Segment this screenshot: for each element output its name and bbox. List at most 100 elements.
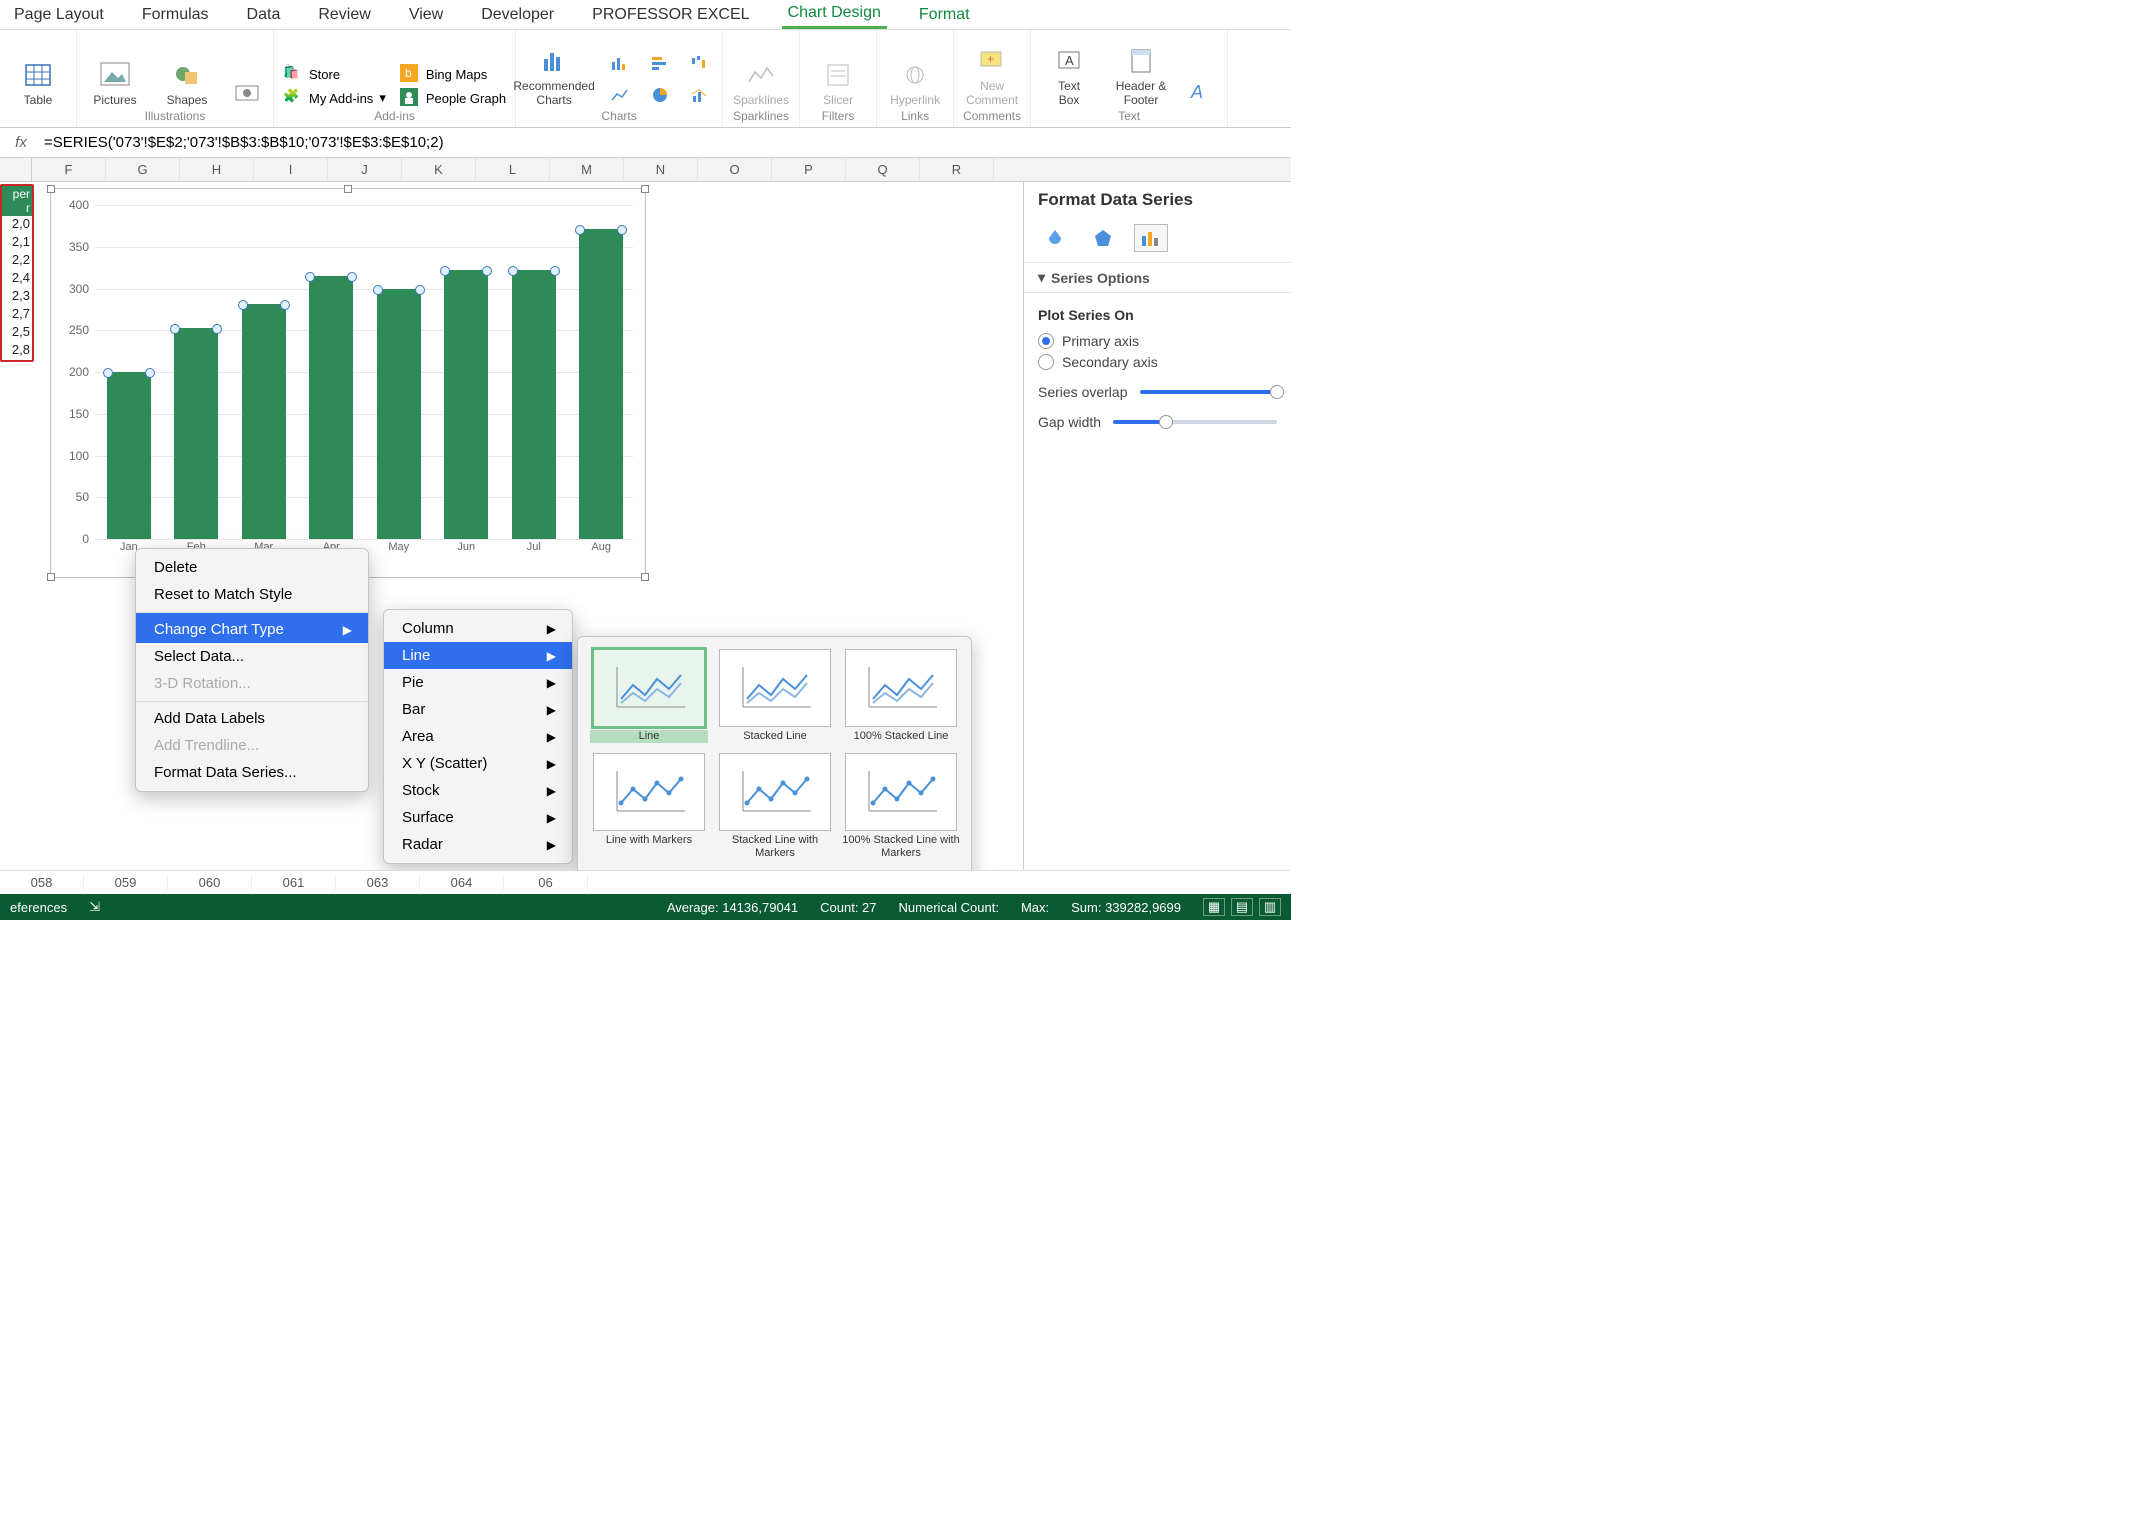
series-overlap-slider[interactable]: Series overlap bbox=[1038, 384, 1277, 400]
submenu-item-x-y-scatter-[interactable]: X Y (Scatter)▶ bbox=[384, 750, 572, 777]
bing-maps-button[interactable]: bBing Maps bbox=[397, 63, 509, 85]
cell[interactable]: 2,5 bbox=[2, 324, 32, 342]
col-header[interactable]: K bbox=[402, 158, 476, 181]
sheet-tab[interactable]: 06 bbox=[504, 875, 588, 890]
submenu-item-surface[interactable]: Surface▶ bbox=[384, 804, 572, 831]
chart-bar[interactable] bbox=[579, 229, 623, 539]
col-header[interactable]: O bbox=[698, 158, 772, 181]
col-header[interactable]: G bbox=[106, 158, 180, 181]
menu-item-reset-to-match-style[interactable]: Reset to Match Style bbox=[136, 581, 368, 608]
pictures-button[interactable]: Pictures bbox=[83, 57, 147, 109]
tab-page-layout[interactable]: Page Layout bbox=[8, 2, 110, 28]
cell[interactable]: 2,8 bbox=[2, 342, 32, 360]
line-chart-icon[interactable] bbox=[604, 81, 636, 109]
pane-tab-series-options[interactable] bbox=[1134, 224, 1168, 252]
text-box-button[interactable]: AText Box bbox=[1037, 43, 1101, 109]
new-comment-button[interactable]: +New Comment bbox=[960, 43, 1024, 109]
view-switcher[interactable]: ▦ ▤ ▥ bbox=[1203, 898, 1281, 916]
cell[interactable]: 2,7 bbox=[2, 306, 32, 324]
gallery-item-stacked-line[interactable]: Stacked Line bbox=[716, 649, 834, 743]
sheet-tab[interactable]: 063 bbox=[336, 875, 420, 890]
tab-format[interactable]: Format bbox=[913, 2, 976, 28]
pane-section-header[interactable]: ▾Series Options bbox=[1024, 262, 1291, 292]
submenu-item-line[interactable]: Line▶ bbox=[384, 642, 572, 669]
cell[interactable]: 2,2 bbox=[2, 252, 32, 270]
gap-width-slider[interactable]: Gap width bbox=[1038, 414, 1277, 430]
submenu-item-area[interactable]: Area▶ bbox=[384, 723, 572, 750]
chart-bar[interactable] bbox=[512, 270, 556, 539]
gallery-item-stacked-line-with-markers[interactable]: Stacked Line with Markers bbox=[716, 753, 834, 860]
header-footer-button[interactable]: Header & Footer bbox=[1109, 43, 1173, 109]
sheet-tab[interactable]: 059 bbox=[84, 875, 168, 890]
chart-bar[interactable] bbox=[174, 328, 218, 539]
hbar-chart-icon[interactable] bbox=[644, 49, 676, 77]
cell[interactable]: 2,3 bbox=[2, 288, 32, 306]
menu-item-add-data-labels[interactable]: Add Data Labels bbox=[136, 701, 368, 732]
sheet-tab[interactable]: 060 bbox=[168, 875, 252, 890]
pane-tab-fill[interactable] bbox=[1038, 224, 1072, 252]
pane-tab-effects[interactable] bbox=[1086, 224, 1120, 252]
selected-cells[interactable]: per r 2,0 2,1 2,2 2,4 2,3 2,7 2,5 2,8 bbox=[0, 184, 34, 362]
sheet-tab[interactable]: 058 bbox=[0, 875, 84, 890]
my-addins-button[interactable]: 🧩My Add-ins▾ bbox=[280, 87, 389, 109]
menu-item-change-chart-type[interactable]: Change Chart Type▶ bbox=[136, 612, 368, 643]
tab-review[interactable]: Review bbox=[312, 2, 376, 28]
normal-view-icon[interactable]: ▦ bbox=[1203, 898, 1225, 916]
col-header[interactable]: F bbox=[32, 158, 106, 181]
col-header[interactable]: P bbox=[772, 158, 846, 181]
cell[interactable]: 2,1 bbox=[2, 234, 32, 252]
chart-bar[interactable] bbox=[309, 276, 353, 539]
submenu-item-column[interactable]: Column▶ bbox=[384, 615, 572, 642]
col-header[interactable]: N bbox=[624, 158, 698, 181]
submenu-item-radar[interactable]: Radar▶ bbox=[384, 831, 572, 858]
wordart-button[interactable]: A bbox=[1181, 73, 1221, 109]
table-button[interactable]: Table bbox=[6, 57, 70, 109]
gallery-item-line-with-markers[interactable]: Line with Markers bbox=[590, 753, 708, 860]
slicer-button[interactable]: Slicer bbox=[806, 57, 870, 109]
waterfall-icon[interactable] bbox=[684, 49, 716, 77]
cell[interactable]: 2,4 bbox=[2, 270, 32, 288]
tab-professor-excel[interactable]: PROFESSOR EXCEL bbox=[586, 2, 755, 28]
col-header[interactable]: H bbox=[180, 158, 254, 181]
menu-item-delete[interactable]: Delete bbox=[136, 554, 368, 581]
fx-label[interactable]: fx bbox=[6, 134, 36, 151]
col-header[interactable]: I bbox=[254, 158, 328, 181]
tab-view[interactable]: View bbox=[403, 2, 449, 28]
submenu-item-bar[interactable]: Bar▶ bbox=[384, 696, 572, 723]
combo-chart-icon[interactable] bbox=[684, 81, 716, 109]
sheet-tab[interactable]: 061 bbox=[252, 875, 336, 890]
recommended-charts-button[interactable]: Recommended Charts bbox=[522, 43, 586, 109]
gallery-item-line[interactable]: Line bbox=[590, 649, 708, 743]
submenu-item-stock[interactable]: Stock▶ bbox=[384, 777, 572, 804]
embedded-chart[interactable]: 050100150200250300350400 JanFebMarAprMay… bbox=[50, 188, 646, 578]
submenu-item-pie[interactable]: Pie▶ bbox=[384, 669, 572, 696]
tab-chart-design[interactable]: Chart Design bbox=[782, 0, 887, 29]
chart-bar[interactable] bbox=[444, 270, 488, 539]
col-header[interactable]: L bbox=[476, 158, 550, 181]
primary-axis-radio[interactable]: Primary axis bbox=[1038, 333, 1277, 349]
chart-bar[interactable] bbox=[107, 372, 151, 539]
col-header[interactable]: R bbox=[920, 158, 994, 181]
menu-item-format-data-series-[interactable]: Format Data Series... bbox=[136, 759, 368, 786]
cell[interactable]: 2,0 bbox=[2, 216, 32, 234]
screenshot-button[interactable] bbox=[227, 73, 267, 109]
sheet-tab[interactable]: 064 bbox=[420, 875, 504, 890]
col-header[interactable]: M bbox=[550, 158, 624, 181]
col-header[interactable]: J bbox=[328, 158, 402, 181]
tab-data[interactable]: Data bbox=[241, 2, 287, 28]
hyperlink-button[interactable]: Hyperlink bbox=[883, 57, 947, 109]
formula-input[interactable]: =SERIES('073'!$E$2;'073'!$B$3:$B$10;'073… bbox=[36, 132, 1291, 153]
people-graph-button[interactable]: People Graph bbox=[397, 87, 509, 109]
chart-bar[interactable] bbox=[377, 289, 421, 540]
tab-developer[interactable]: Developer bbox=[475, 2, 560, 28]
sparklines-button[interactable]: Sparklines bbox=[729, 57, 793, 109]
page-break-icon[interactable]: ▥ bbox=[1259, 898, 1281, 916]
secondary-axis-radio[interactable]: Secondary axis bbox=[1038, 354, 1277, 370]
gallery-item-100-stacked-line[interactable]: 100% Stacked Line bbox=[842, 649, 960, 743]
tab-formulas[interactable]: Formulas bbox=[136, 2, 215, 28]
chart-type-gallery[interactable] bbox=[604, 49, 716, 109]
shapes-button[interactable]: Shapes bbox=[155, 57, 219, 109]
pie-chart-icon[interactable] bbox=[644, 81, 676, 109]
store-button[interactable]: 🛍️Store bbox=[280, 63, 389, 85]
chart-bar[interactable] bbox=[242, 304, 286, 539]
